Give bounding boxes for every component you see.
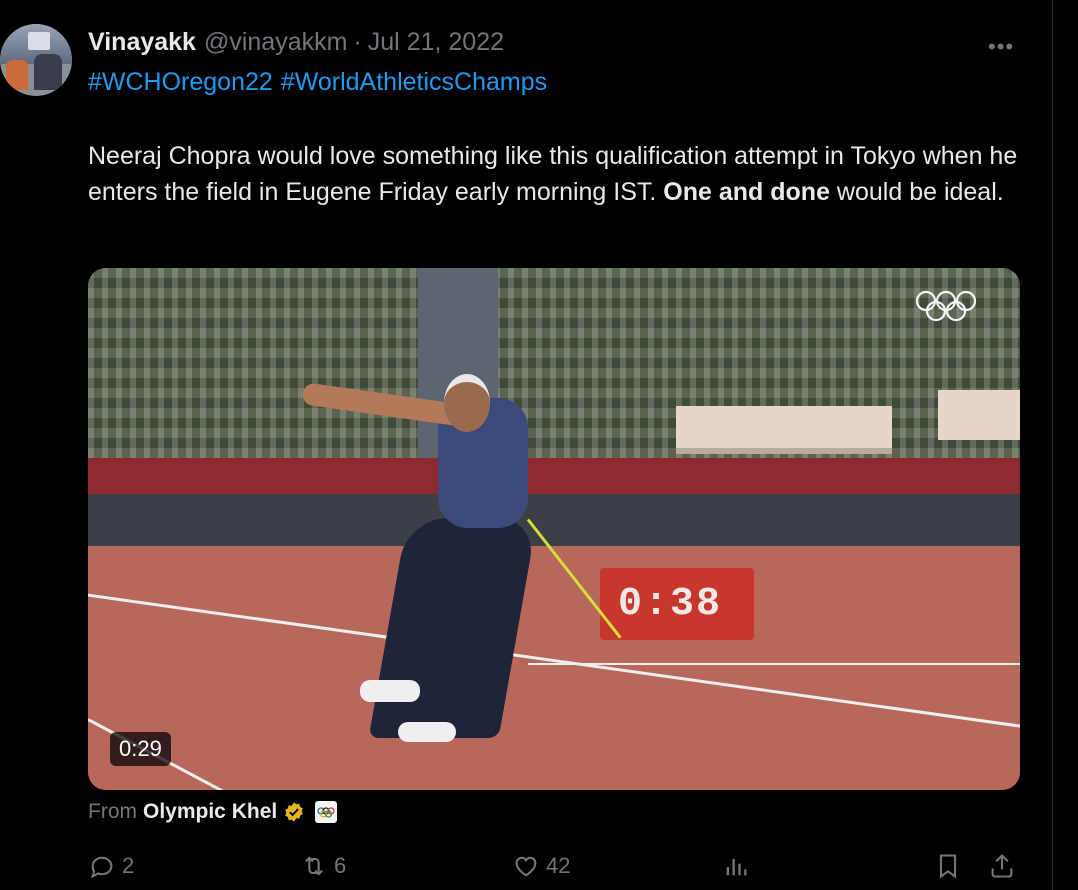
tweet-text-part: would be ideal.	[829, 178, 1004, 206]
reply-button[interactable]: 2	[88, 852, 134, 880]
avatar[interactable]	[0, 24, 72, 96]
running-track	[88, 546, 1020, 790]
views-icon	[726, 859, 747, 876]
tweet-text: Neeraj Chopra would love something like …	[88, 138, 1038, 210]
like-button[interactable]: 42	[512, 852, 570, 880]
athlete-shoe	[398, 722, 456, 742]
scoreboard: 0:38	[600, 568, 754, 640]
more-icon[interactable]: •••	[988, 34, 1014, 60]
author-handle[interactable]: @vinayakkm	[204, 28, 347, 57]
athlete-head	[444, 374, 490, 432]
verified-badge-icon	[285, 802, 304, 822]
stadium-lower-wall	[88, 494, 1020, 546]
tweet-text-bold: One and done	[663, 178, 830, 206]
hashtag-link[interactable]: #WCHOregon22	[88, 68, 273, 96]
share-icon	[991, 854, 1013, 878]
source-name[interactable]: Olympic Khel	[143, 800, 277, 824]
retweet-button[interactable]: 6	[300, 852, 346, 880]
tent	[938, 390, 1020, 440]
lane-line	[528, 663, 1020, 665]
views-button[interactable]	[722, 852, 750, 880]
tweet-actions: 2 6 42	[88, 852, 1028, 886]
hashtag-link[interactable]: #WorldAthleticsChamps	[281, 68, 547, 96]
reply-count: 2	[122, 853, 135, 878]
separator: ·	[353, 28, 362, 56]
video-player[interactable]: 0:38 0:29	[88, 268, 1020, 790]
scoreboard-digits: 0:38	[618, 582, 723, 627]
tweet-date[interactable]: Jul 21, 2022	[368, 28, 504, 57]
athlete-shoe	[360, 680, 420, 702]
retweet-count: 6	[334, 853, 347, 878]
retweet-icon	[305, 856, 323, 876]
tent	[676, 406, 892, 454]
bookmark-icon	[939, 854, 957, 879]
stadium-wall	[88, 458, 1020, 494]
like-icon	[515, 856, 537, 877]
media-source: From Olympic Khel	[88, 800, 338, 824]
author-name[interactable]: Vinayakk	[88, 28, 196, 57]
tweet-header: Vinayakk @vinayakkm · Jul 21, 2022	[88, 28, 504, 58]
olympic-rings-icon	[915, 290, 977, 322]
share-button[interactable]	[988, 852, 1016, 880]
hashtags: #WCHOregon22 #WorldAthleticsChamps	[88, 68, 547, 97]
bookmark-button[interactable]	[934, 852, 962, 880]
like-count: 42	[546, 853, 571, 878]
from-label: From	[88, 800, 137, 823]
timeline-border	[1052, 0, 1053, 890]
video-duration: 0:29	[110, 732, 171, 766]
source-badge-icon	[315, 801, 338, 823]
reply-icon	[90, 856, 113, 879]
